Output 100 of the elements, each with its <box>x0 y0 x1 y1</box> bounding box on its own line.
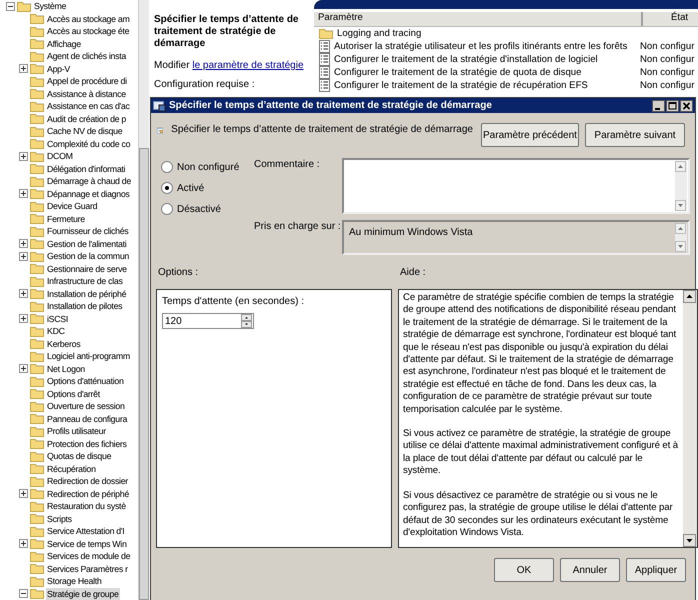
tree-item[interactable]: Panneau de configura <box>46 412 128 425</box>
tree-item[interactable]: Profils utilisateur <box>46 425 107 438</box>
tree-item[interactable]: Cache NV de disque <box>46 125 124 138</box>
folder-icon <box>30 226 44 237</box>
folder-icon <box>30 438 44 450</box>
tree-item[interactable]: Storage Health <box>46 575 102 588</box>
tree-item[interactable]: Net Logon <box>46 362 86 375</box>
folder-icon <box>30 588 44 600</box>
radio-icon[interactable] <box>161 182 173 194</box>
dialog-button[interactable]: Appliquer <box>626 558 686 582</box>
tree-item[interactable]: Installation de pilotes <box>46 300 124 312</box>
tree-item[interactable]: Service Attestation d'I <box>46 525 126 538</box>
edit-label: Modifier <box>154 60 190 71</box>
expand-toggle[interactable] <box>19 314 28 324</box>
scroll-down-icon[interactable] <box>683 534 696 547</box>
tree-item[interactable]: App-V <box>46 62 71 75</box>
tree-item[interactable]: DCOM <box>46 150 74 162</box>
tree-item[interactable]: Services de module de <box>46 550 132 562</box>
dialog-button[interactable]: OK <box>494 558 554 582</box>
tree-item[interactable]: Logiciel anti-programm <box>46 350 131 362</box>
tree-item[interactable]: Assistance en cas d'ac <box>46 100 131 112</box>
tree-item[interactable]: iSCSI <box>46 312 69 325</box>
tree-item[interactable]: Quotas de disque <box>46 450 112 462</box>
nav-button[interactable]: Paramètre suivant <box>585 123 685 147</box>
expand-toggle[interactable] <box>19 189 28 198</box>
tree-item[interactable]: Délégation d'informati <box>46 162 126 175</box>
policy-app-icon <box>153 100 166 112</box>
tree-item[interactable]: Gestionnaire de serve <box>46 262 128 275</box>
tree-item[interactable]: Restauration du systè <box>46 500 127 512</box>
tree-item[interactable]: Audit de création de p <box>46 112 127 125</box>
expand-toggle[interactable] <box>19 489 28 498</box>
requirements-label: Configuration requise : <box>154 79 256 90</box>
radio-option[interactable]: Non configuré <box>161 161 254 173</box>
tree-item[interactable]: Installation de périphé <box>46 288 128 300</box>
expand-toggle[interactable] <box>19 239 28 248</box>
nav-button[interactable]: Paramètre précédent <box>481 123 579 147</box>
tree-item[interactable]: Accès au stockage éte <box>46 25 130 38</box>
tree-item[interactable]: Agent de clichés insta <box>46 50 127 62</box>
tree-item[interactable]: Scripts <box>46 512 73 525</box>
setting-name[interactable]: Configurer le traitement de la stratégie de quota de disque <box>334 67 634 78</box>
tree-item[interactable]: Affichage <box>46 38 82 50</box>
setting-name[interactable]: Autoriser la stratégie utilisateur et les profils itinérants entre les forêts <box>334 41 634 52</box>
expand-toggle[interactable] <box>19 252 28 261</box>
column-header[interactable]: État <box>643 12 688 26</box>
tree-item[interactable]: Fournisseur de clichés <box>46 225 130 238</box>
scrollbar[interactable] <box>683 290 697 547</box>
collapse-toggle[interactable] <box>6 2 15 11</box>
radio-icon[interactable] <box>161 203 173 215</box>
expand-toggle[interactable] <box>19 289 28 298</box>
spin-arrows-icon[interactable] <box>241 314 252 328</box>
tree-item[interactable]: Appel de procédure di <box>46 75 128 88</box>
tree-item[interactable]: Accès au stockage am <box>46 12 131 25</box>
folder-icon <box>30 26 44 37</box>
tree-item[interactable]: Redirection de périphé <box>46 488 130 500</box>
tree-item[interactable]: Services Paramètres r <box>46 562 129 575</box>
scroll-up-icon[interactable] <box>683 290 696 303</box>
tree-item[interactable]: Système <box>33 0 68 12</box>
maximize-button[interactable] <box>666 100 679 112</box>
tree-item[interactable]: Ouverture de session <box>46 400 126 412</box>
tree-item[interactable]: Kerberos <box>46 338 82 350</box>
tree-item[interactable]: Service de temps Win <box>46 538 128 550</box>
setting-name[interactable]: Logging and tracing <box>337 28 637 39</box>
tree-item[interactable]: KDC <box>46 325 66 338</box>
setting-name[interactable]: Configurer le traitement de la stratégie d'installation de logiciel <box>334 54 634 65</box>
tree-item[interactable]: Infrastructure de clas <box>46 275 124 288</box>
minimize-button[interactable] <box>652 100 665 112</box>
edit-policy-link[interactable]: le paramètre de stratégie <box>192 60 304 71</box>
tree-item[interactable]: Protection des fichiers <box>46 438 128 450</box>
expand-toggle[interactable] <box>19 364 28 374</box>
folder-icon <box>30 163 44 174</box>
expand-toggle[interactable] <box>19 152 28 161</box>
supported-value: Au minimum Windows Vista <box>349 227 473 238</box>
scrollbar[interactable] <box>138 0 149 600</box>
tree-item[interactable]: Dépannage et diagnos <box>46 188 131 200</box>
radio-icon[interactable] <box>161 161 173 173</box>
timeout-spinbox[interactable]: 120 <box>162 313 254 329</box>
expand-toggle[interactable] <box>19 539 28 548</box>
folder-icon <box>30 113 44 124</box>
tree-item[interactable]: Assistance à distance <box>46 88 127 100</box>
radio-option[interactable]: Désactivé <box>161 203 254 215</box>
tree-item[interactable]: Fermeture <box>46 212 86 225</box>
dialog-button[interactable]: Annuler <box>560 558 620 582</box>
tree-item[interactable]: Gestion de l'alimentati <box>46 238 128 250</box>
tree-item[interactable]: Récupération <box>46 462 97 475</box>
tree-item[interactable]: Device Guard <box>46 200 98 212</box>
folder-icon <box>30 413 44 424</box>
close-button[interactable] <box>680 100 693 112</box>
expand-toggle[interactable] <box>19 64 28 74</box>
tree-item[interactable]: Complexité du code co <box>46 138 132 150</box>
collapse-toggle[interactable] <box>19 589 28 598</box>
tree-item[interactable]: Démarrage à chaud de <box>46 175 132 188</box>
tree-item[interactable]: Options d'arrêt <box>46 388 101 400</box>
setting-name[interactable]: Configurer le traitement de la stratégie de récupération EFS <box>334 80 634 91</box>
scrollbar-thumb[interactable] <box>139 148 149 600</box>
tree-item[interactable]: Stratégie de groupe <box>46 588 120 600</box>
radio-option[interactable]: Activé <box>161 182 254 194</box>
tree-item[interactable]: Options d'atténuation <box>46 375 125 388</box>
tree-item[interactable]: Gestion de la commun <box>46 250 130 262</box>
tree-item[interactable]: Redirection de dossier <box>46 475 129 488</box>
supported-label: Pris en charge sur : <box>254 220 342 234</box>
